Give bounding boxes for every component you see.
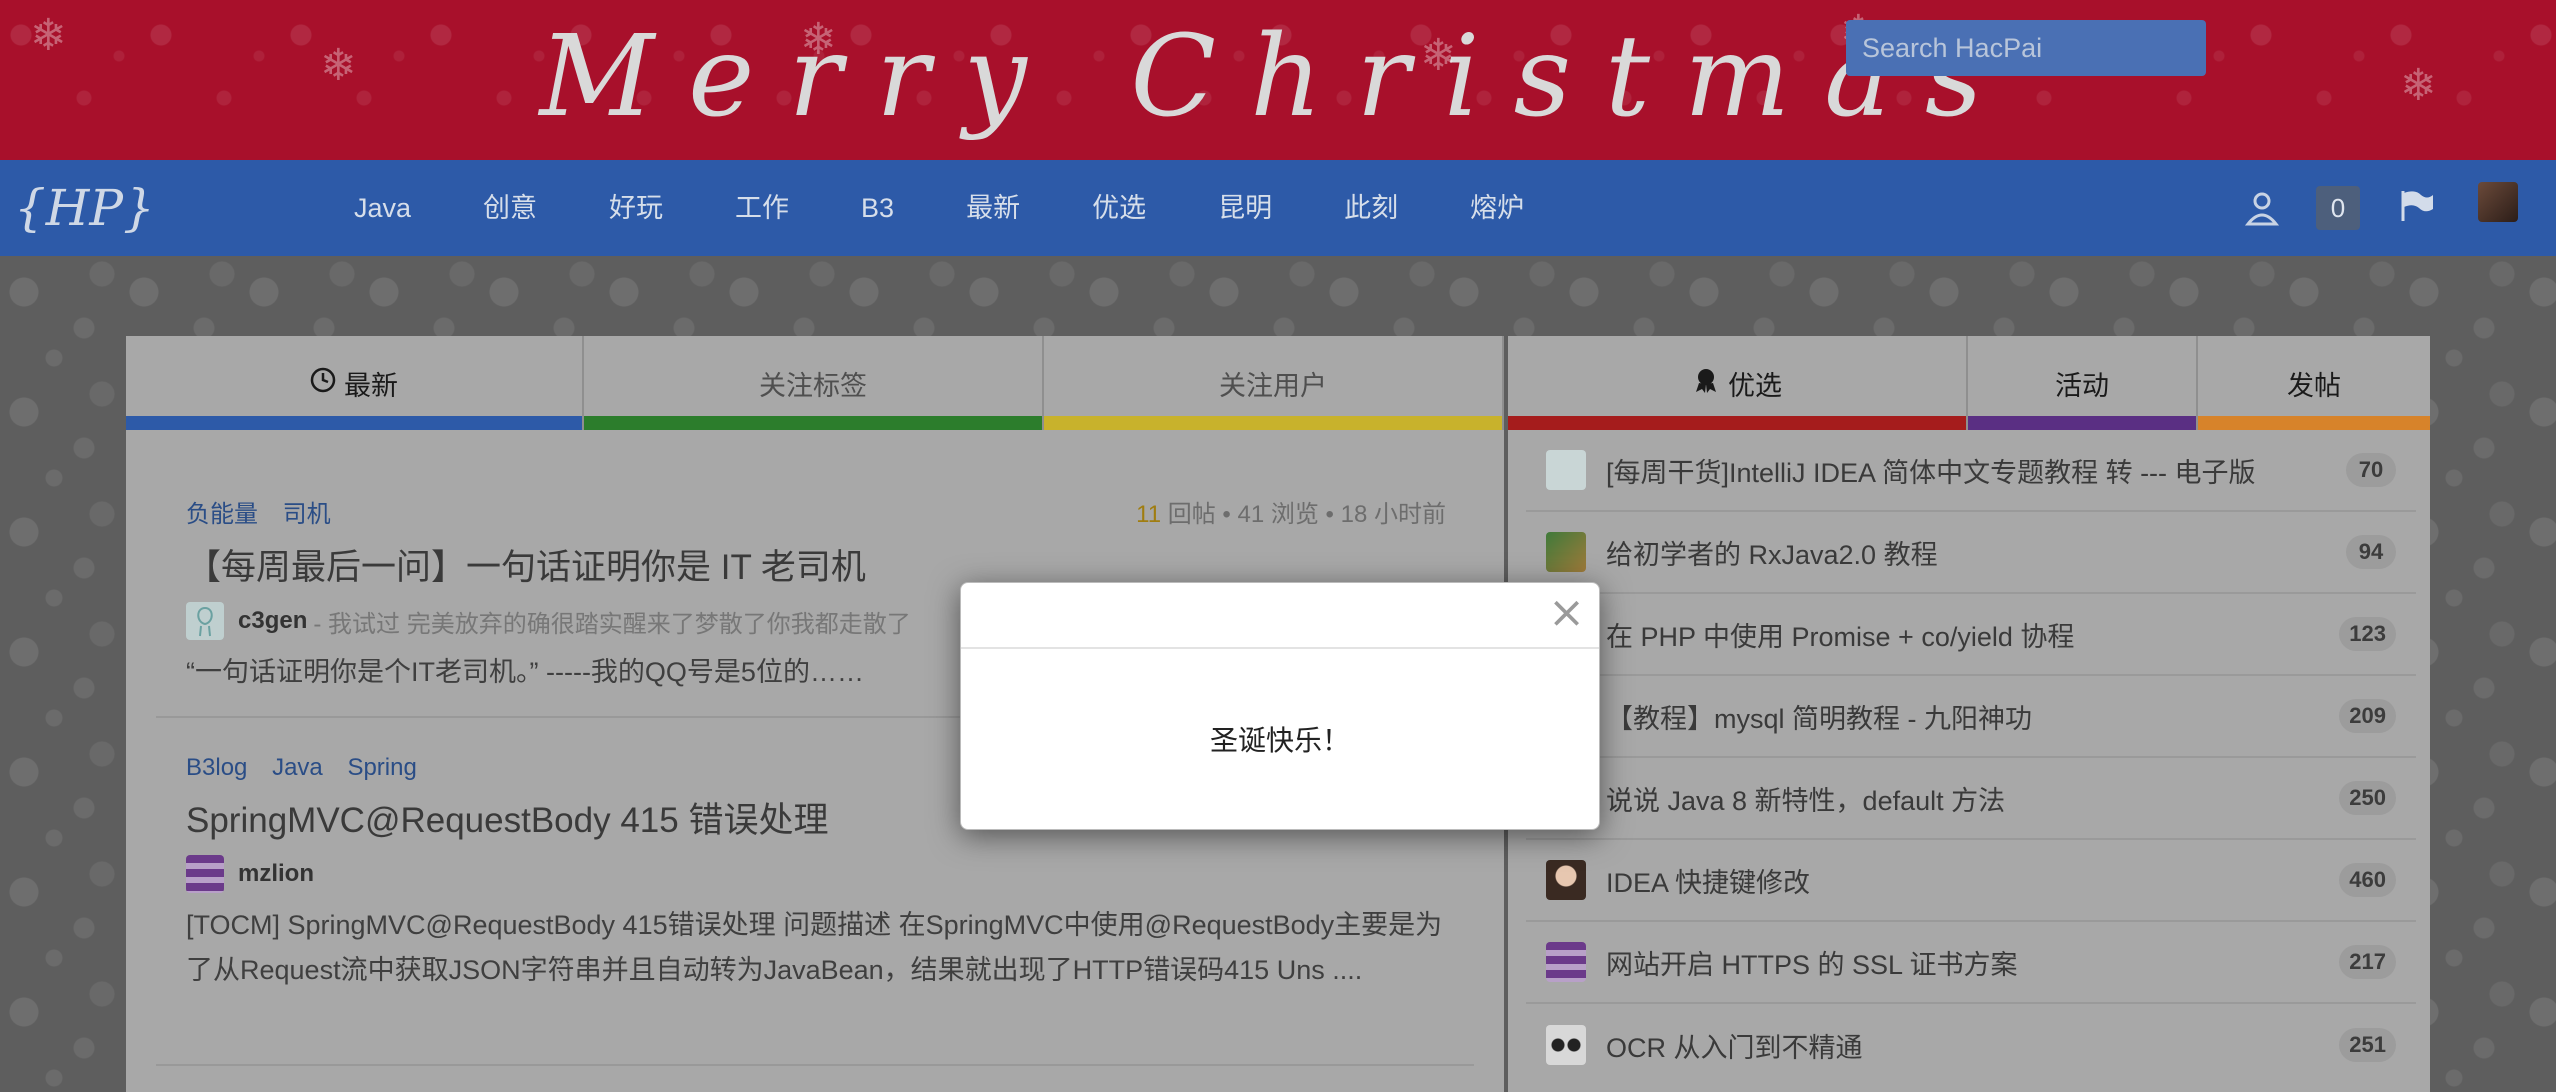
modal-overlay[interactable] bbox=[0, 0, 2556, 1092]
greeting-modal: × 圣诞快乐！ bbox=[960, 582, 1600, 830]
modal-header: × bbox=[961, 583, 1599, 649]
modal-message: 圣诞快乐！ bbox=[1209, 725, 1350, 756]
close-icon[interactable]: × bbox=[1548, 591, 1585, 635]
